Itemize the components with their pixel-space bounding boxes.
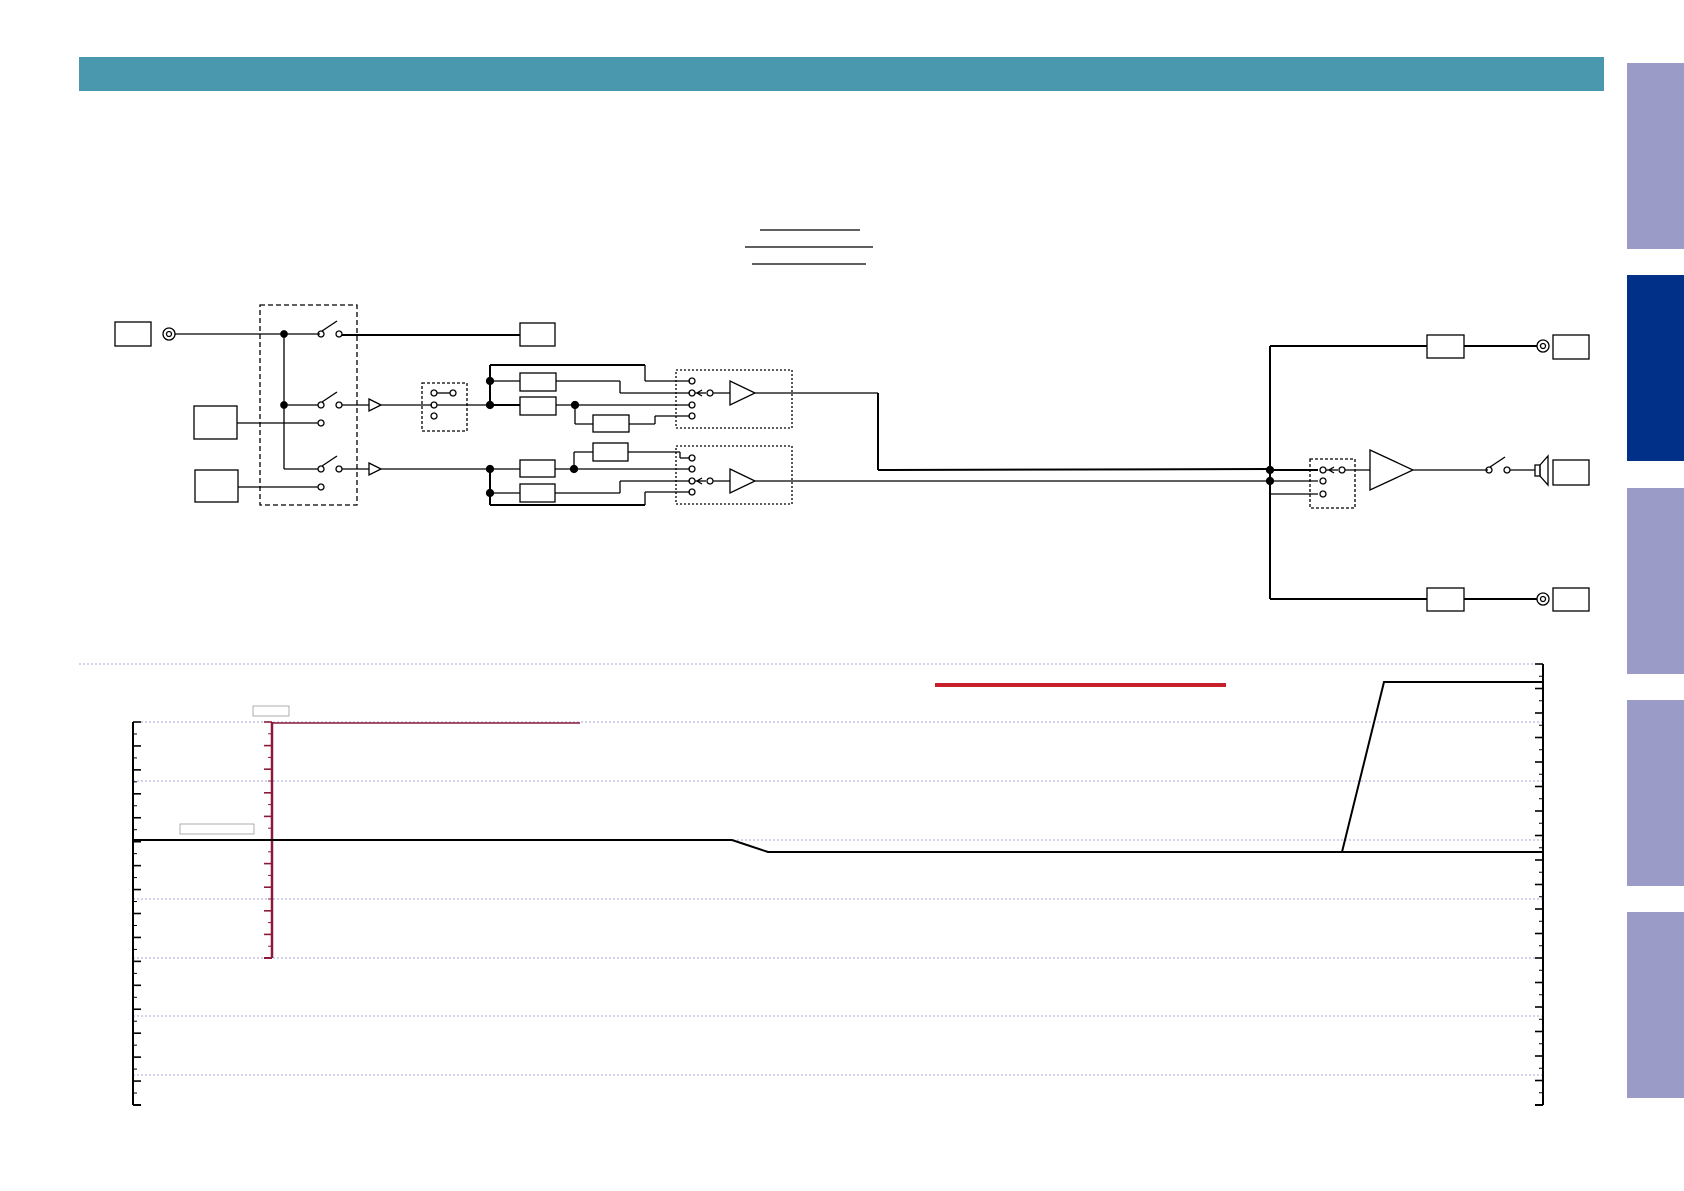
input-jack-icon [162,327,176,341]
upper-amp-module [675,369,878,429]
output-label-box-3 [1552,587,1590,612]
main-signal-lines [877,393,1271,471]
annotation-box-1 [252,705,290,717]
switch-icon [317,320,343,491]
level-trace-main [133,839,1543,853]
output-selector-icon [1309,458,1370,509]
input-label-box-3 [194,469,239,503]
lower-amp-module [675,445,1270,505]
buffer-amp-icon [342,397,490,477]
output-section [1265,334,1537,612]
input-label-box-2 [193,405,238,440]
input-label-box-1 [114,321,152,347]
speaker-icon [1534,454,1549,487]
output-jack-icon [1536,339,1550,606]
diagram-title [745,229,873,265]
bypass-line [342,322,556,347]
filter-network [485,364,690,506]
level-chart [79,663,1544,1106]
annotation-box-2 [179,823,255,835]
level-trace-output [1341,681,1543,853]
left-axis-ticks [133,721,141,1106]
output-label-box-1 [1552,334,1590,360]
power-amp-icon [1369,448,1488,492]
signal-flow-diagram [79,229,1590,1106]
speaker-switch-icon [1485,456,1535,474]
selector-icon [421,382,490,432]
input-wiring [175,330,320,488]
output-label-box-2 [1552,459,1590,486]
right-axis-ticks [1535,663,1543,1106]
